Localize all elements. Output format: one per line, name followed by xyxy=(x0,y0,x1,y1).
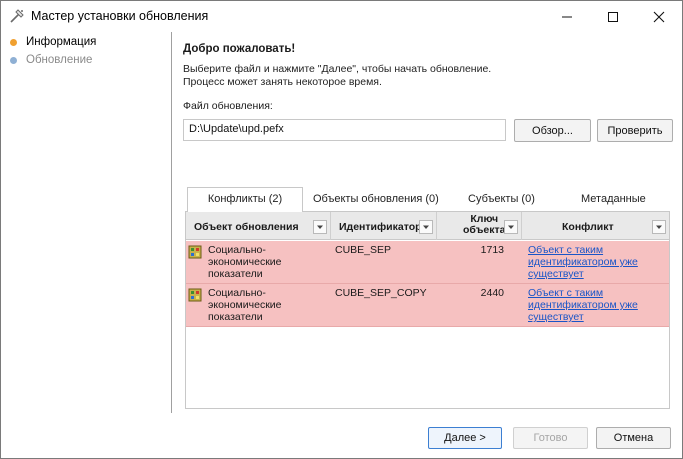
browse-button[interactable]: Обзор... xyxy=(514,119,591,142)
tab-subjects[interactable]: Субъекты (0) xyxy=(468,193,535,205)
cell-key: 2440 xyxy=(480,287,504,299)
object-line-1: Социально- xyxy=(208,287,266,299)
description-line-1: Выберите файл и нажмите "Далее", чтобы н… xyxy=(183,63,492,75)
cell-conflict: Объект с таким идентификатором уже сущес… xyxy=(522,241,669,284)
step-information-label: Информация xyxy=(26,36,97,48)
column-header-object[interactable]: Объект обновления xyxy=(186,212,331,240)
next-button[interactable]: Далее > xyxy=(428,427,502,449)
grid-header: Объект обновления Идентификатор Ключ объ… xyxy=(186,212,669,240)
object-line-1: Социально- xyxy=(208,244,266,256)
object-line-2: экономические xyxy=(208,299,282,311)
window-title: Мастер установки обновления xyxy=(31,9,209,23)
description-line-2: Процесс может занять некоторое время. xyxy=(183,76,382,88)
column-header-identifier[interactable]: Идентификатор xyxy=(331,212,437,240)
conflict-link[interactable]: Объект с таким идентификатором уже сущес… xyxy=(528,244,666,280)
file-label: Файл обновления: xyxy=(183,100,273,112)
title-bar: Мастер установки обновления xyxy=(1,1,682,32)
wizard-wand-icon xyxy=(9,8,25,24)
filter-dropdown-icon[interactable] xyxy=(419,220,433,234)
column-header-key[interactable]: Ключ объекта xyxy=(437,212,522,240)
close-button[interactable] xyxy=(636,1,682,32)
filter-dropdown-icon[interactable] xyxy=(652,220,666,234)
object-line-3: показатели xyxy=(208,311,263,323)
step-pending-dot-icon xyxy=(10,57,17,64)
minimize-button[interactable] xyxy=(544,1,590,32)
table-row[interactable]: Социально- экономические показатели CUBE… xyxy=(186,241,669,284)
tab-metadata[interactable]: Метаданные xyxy=(581,193,646,205)
cell-identifier: CUBE_SEP_COPY xyxy=(335,287,427,299)
filter-dropdown-icon[interactable] xyxy=(313,220,327,234)
key-header-line-2: объекта xyxy=(463,224,506,236)
object-line-2: экономические xyxy=(208,256,282,268)
cube-icon xyxy=(188,245,202,259)
step-current-dot-icon xyxy=(10,39,17,46)
tab-strip: Конфликты (2) Объекты обновления (0) Суб… xyxy=(187,187,671,212)
update-file-input[interactable]: D:\Update\upd.pefx xyxy=(183,119,506,141)
maximize-button[interactable] xyxy=(590,1,636,32)
step-update-label: Обновление xyxy=(26,54,93,66)
cancel-button[interactable]: Отмена xyxy=(596,427,671,449)
conflict-link[interactable]: Объект с таким идентификатором уже сущес… xyxy=(528,287,666,323)
cell-object: Социально- экономические показатели xyxy=(186,284,331,327)
cell-key: 1713 xyxy=(480,244,504,256)
filter-dropdown-icon[interactable] xyxy=(504,220,518,234)
cell-conflict: Объект с таким идентификатором уже сущес… xyxy=(522,284,669,327)
wizard-window: Мастер установки обновления Информация О… xyxy=(0,0,683,459)
main-content: Добро пожаловать! Выберите файл и нажмит… xyxy=(173,32,683,413)
cell-object: Социально- экономические показатели xyxy=(186,241,331,284)
done-button[interactable]: Готово xyxy=(513,427,588,449)
cube-icon xyxy=(188,288,202,302)
column-header-conflict[interactable]: Конфликт xyxy=(522,212,669,240)
check-button[interactable]: Проверить xyxy=(597,119,673,142)
table-row[interactable]: Социально- экономические показатели CUBE… xyxy=(186,284,669,327)
conflicts-panel: Объект обновления Идентификатор Ключ объ… xyxy=(185,211,670,409)
tab-update-objects[interactable]: Объекты обновления (0) xyxy=(313,193,439,205)
steps-sidebar: Информация Обновление xyxy=(2,32,172,413)
description: Выберите файл и нажмите "Далее", чтобы н… xyxy=(183,63,491,89)
cell-identifier: CUBE_SEP xyxy=(335,244,392,256)
tab-conflicts[interactable]: Конфликты (2) xyxy=(187,187,303,212)
welcome-heading: Добро пожаловать! xyxy=(183,43,296,55)
object-line-3: показатели xyxy=(208,268,263,280)
